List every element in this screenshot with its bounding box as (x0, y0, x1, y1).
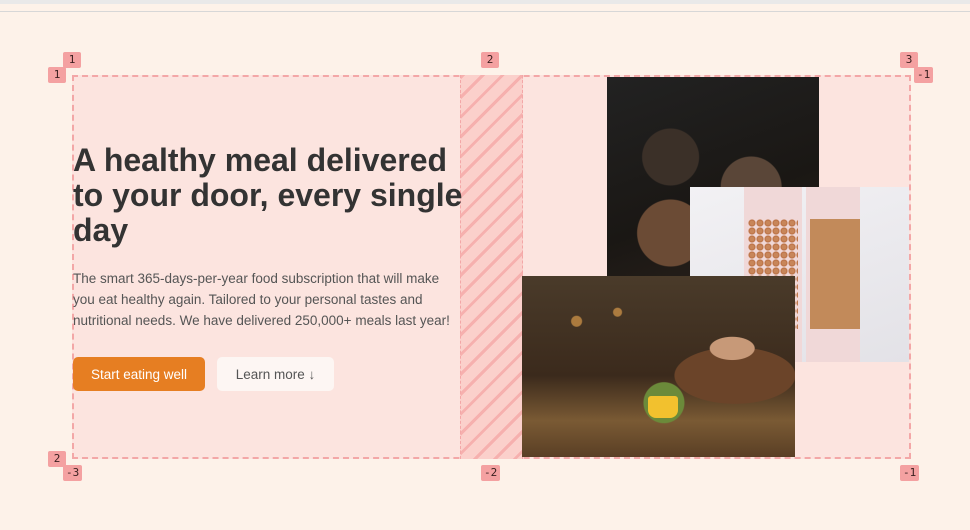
browser-top-edge (0, 0, 970, 12)
grid-col-marker-1: 1 (63, 52, 81, 68)
yellow-cup (648, 396, 678, 418)
grid-row-marker-1: 1 (48, 67, 66, 83)
learn-more-button[interactable]: Learn more ↓ (217, 357, 334, 391)
grid-col-marker-neg3: -3 (63, 465, 83, 481)
hero-title: A healthy meal delivered to your door, e… (73, 142, 463, 248)
woman-eating-photo (522, 276, 795, 457)
grid-col-marker-2: 2 (481, 52, 499, 68)
grid-col-marker-neg1: -1 (900, 465, 920, 481)
start-eating-button[interactable]: Start eating well (73, 357, 205, 391)
grid-row-marker-neg1: -1 (914, 67, 934, 83)
grid-gap-column (460, 75, 523, 459)
grid-col-marker-neg2: -2 (481, 465, 501, 481)
grid-col-marker-3: 3 (900, 52, 918, 68)
hero-description: The smart 365-days-per-year food subscri… (73, 271, 450, 328)
